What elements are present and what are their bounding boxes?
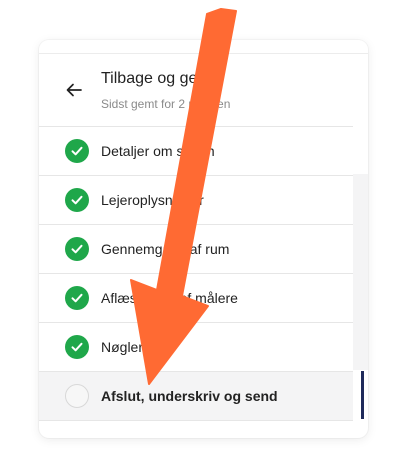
step-label: Gennemgang af rum [101, 241, 230, 257]
step-tenant-info[interactable]: Lejeroplysninger [39, 176, 353, 225]
card-top-strip [39, 40, 368, 54]
active-step-indicator [361, 371, 364, 419]
checkmark-icon [65, 188, 89, 212]
step-navigation-card: Tilbage og gem Sidst gemt for 2 m siden … [39, 40, 368, 438]
step-label: Afslut, underskriv og send [101, 388, 278, 404]
content-gray-block [353, 174, 368, 370]
content-edge [353, 54, 368, 420]
step-label: Lejeroplysninger [101, 192, 204, 208]
panel-header: Tilbage og gem Sidst gemt for 2 m siden [39, 54, 353, 127]
step-label: Aflæsninger af målere [101, 290, 238, 306]
steps-panel: Tilbage og gem Sidst gemt for 2 m siden … [39, 54, 354, 421]
checkmark-icon [65, 286, 89, 310]
header-title[interactable]: Tilbage og gem [101, 70, 211, 88]
arrow-left-icon [66, 83, 82, 97]
step-meter-readings[interactable]: Aflæsninger af målere [39, 274, 353, 323]
last-saved-text: Sidst gemt for 2 m siden [101, 97, 231, 111]
back-button[interactable] [63, 79, 85, 101]
step-keys[interactable]: Nøgler [39, 323, 353, 372]
empty-circle-icon [65, 384, 89, 408]
page: Tilbage og gem Sidst gemt for 2 m siden … [0, 0, 407, 476]
checkmark-icon [65, 335, 89, 359]
step-finish-sign-send[interactable]: Afslut, underskriv og send [39, 372, 353, 421]
checkmark-icon [65, 139, 89, 163]
step-room-review[interactable]: Gennemgang af rum [39, 225, 353, 274]
step-details[interactable]: Detaljer om sagen [39, 127, 353, 176]
step-label: Detaljer om sagen [101, 143, 215, 159]
checkmark-icon [65, 237, 89, 261]
step-label: Nøgler [101, 339, 144, 355]
